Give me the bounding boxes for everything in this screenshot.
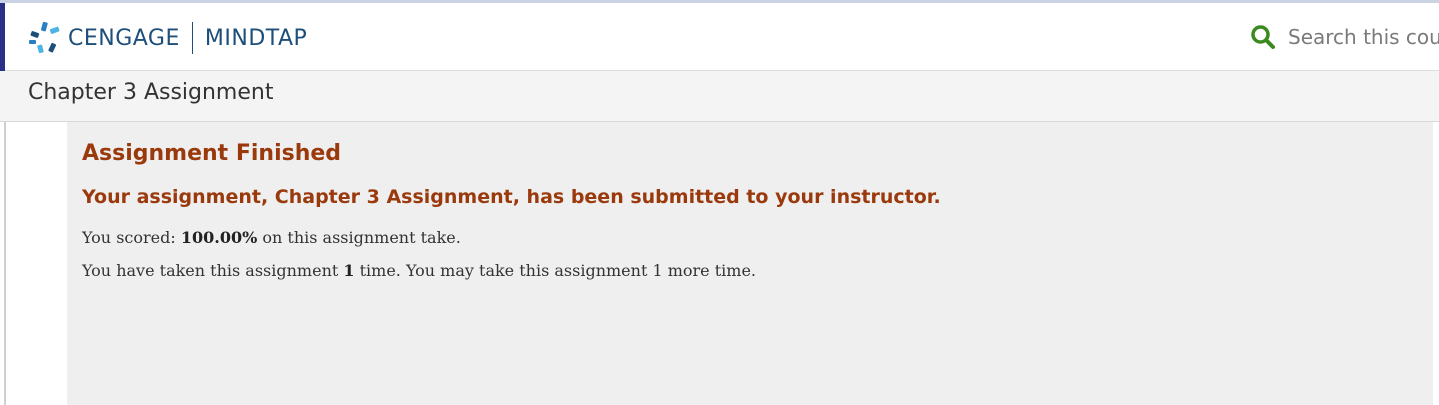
brand-divider	[191, 22, 193, 54]
score-prefix: You scored:	[82, 228, 181, 247]
attempts-line: You have taken this assignment 1 time. Y…	[82, 261, 756, 280]
activity-header: Chapter 3 Assignment	[0, 71, 1439, 122]
attempts-suffix: time. You may take this assignment 1 mor…	[354, 261, 757, 280]
product-name: MINDTAP	[204, 25, 308, 51]
panel-right-edge	[1433, 122, 1439, 405]
score-value: 100.00%	[180, 228, 258, 247]
search-icon[interactable]	[1250, 24, 1276, 50]
course-search	[1250, 24, 1439, 50]
activity-title: Chapter 3 Assignment	[28, 80, 274, 105]
content-left-border	[4, 122, 6, 405]
cengage-logo-icon	[29, 21, 60, 54]
attempts-count: 1	[343, 261, 355, 280]
result-panel: Assignment Finished Your assignment, Cha…	[67, 122, 1433, 405]
score-line: You scored: 100.00% on this assignment t…	[82, 228, 461, 247]
attempts-prefix: You have taken this assignment	[82, 261, 344, 280]
score-suffix: on this assignment take.	[257, 228, 461, 247]
search-input[interactable]	[1288, 25, 1439, 49]
result-heading: Assignment Finished	[82, 141, 342, 166]
brand-name: CENGAGE	[68, 25, 180, 51]
content-area: Assignment Finished Your assignment, Cha…	[0, 122, 1439, 405]
cengage-mindtap-logo[interactable]: CENGAGE MINDTAP	[28, 20, 307, 56]
submission-message: Your assignment, Chapter 3 Assignment, h…	[82, 186, 941, 208]
app-header: CENGAGE MINDTAP	[0, 3, 1439, 71]
